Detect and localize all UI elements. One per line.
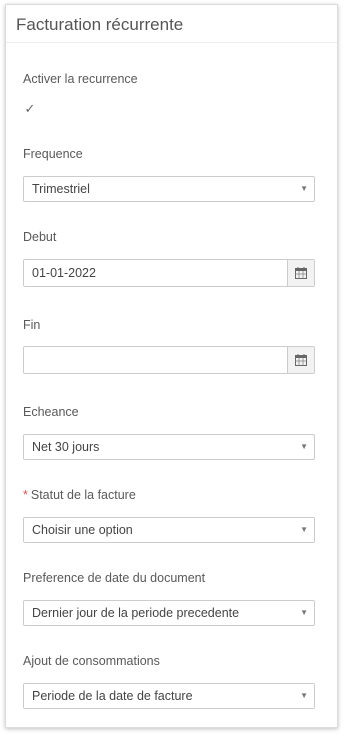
- frequence-label: Frequence: [23, 147, 83, 161]
- statut-label-text: Statut de la facture: [30, 488, 136, 502]
- panel-title: Facturation récurrente: [16, 15, 184, 34]
- chevron-down-icon: ▼: [300, 525, 308, 534]
- echeance-value: Net 30 jours: [32, 440, 100, 454]
- debut-calendar-button[interactable]: [287, 260, 314, 286]
- fin-calendar-button[interactable]: [287, 347, 314, 373]
- fin-date-field[interactable]: [23, 346, 315, 374]
- debut-date-value: 01-01-2022: [32, 266, 96, 280]
- echeance-select[interactable]: Net 30 jours ▼: [23, 434, 315, 460]
- statut-label: * Statut de la facture: [23, 487, 136, 503]
- echeance-label: Echeance: [23, 405, 79, 419]
- ajout-value: Periode de la date de facture: [32, 689, 193, 703]
- frequence-value: Trimestriel: [32, 182, 90, 196]
- statut-value: Choisir une option: [32, 523, 133, 537]
- chevron-down-icon: ▼: [300, 442, 308, 451]
- chevron-down-icon: ▼: [300, 608, 308, 617]
- chevron-down-icon: ▼: [300, 184, 308, 193]
- preference-label: Preference de date du document: [23, 571, 206, 585]
- debut-label: Debut: [23, 230, 57, 244]
- fin-label: Fin: [23, 318, 41, 332]
- activer-recurrence-label: Activer la recurrence: [23, 72, 138, 86]
- activer-recurrence-checkbox[interactable]: ✓: [23, 102, 37, 116]
- chevron-down-icon: ▼: [300, 691, 308, 700]
- required-asterisk: *: [23, 488, 28, 502]
- ajout-label: Ajout de consommations: [23, 654, 160, 668]
- ajout-select[interactable]: Periode de la date de facture ▼: [23, 683, 315, 709]
- recurring-billing-panel: Facturation récurrente Activer la recurr…: [5, 4, 338, 728]
- calendar-icon: [295, 267, 307, 279]
- preference-select[interactable]: Dernier jour de la periode precedente ▼: [23, 600, 315, 626]
- preference-value: Dernier jour de la periode precedente: [32, 606, 240, 620]
- debut-date-field[interactable]: 01-01-2022: [23, 259, 315, 287]
- title-divider: [6, 42, 337, 43]
- check-icon: ✓: [24, 101, 36, 116]
- statut-select[interactable]: Choisir une option ▼: [23, 517, 315, 543]
- frequence-select[interactable]: Trimestriel ▼: [23, 176, 315, 202]
- calendar-icon: [295, 354, 307, 366]
